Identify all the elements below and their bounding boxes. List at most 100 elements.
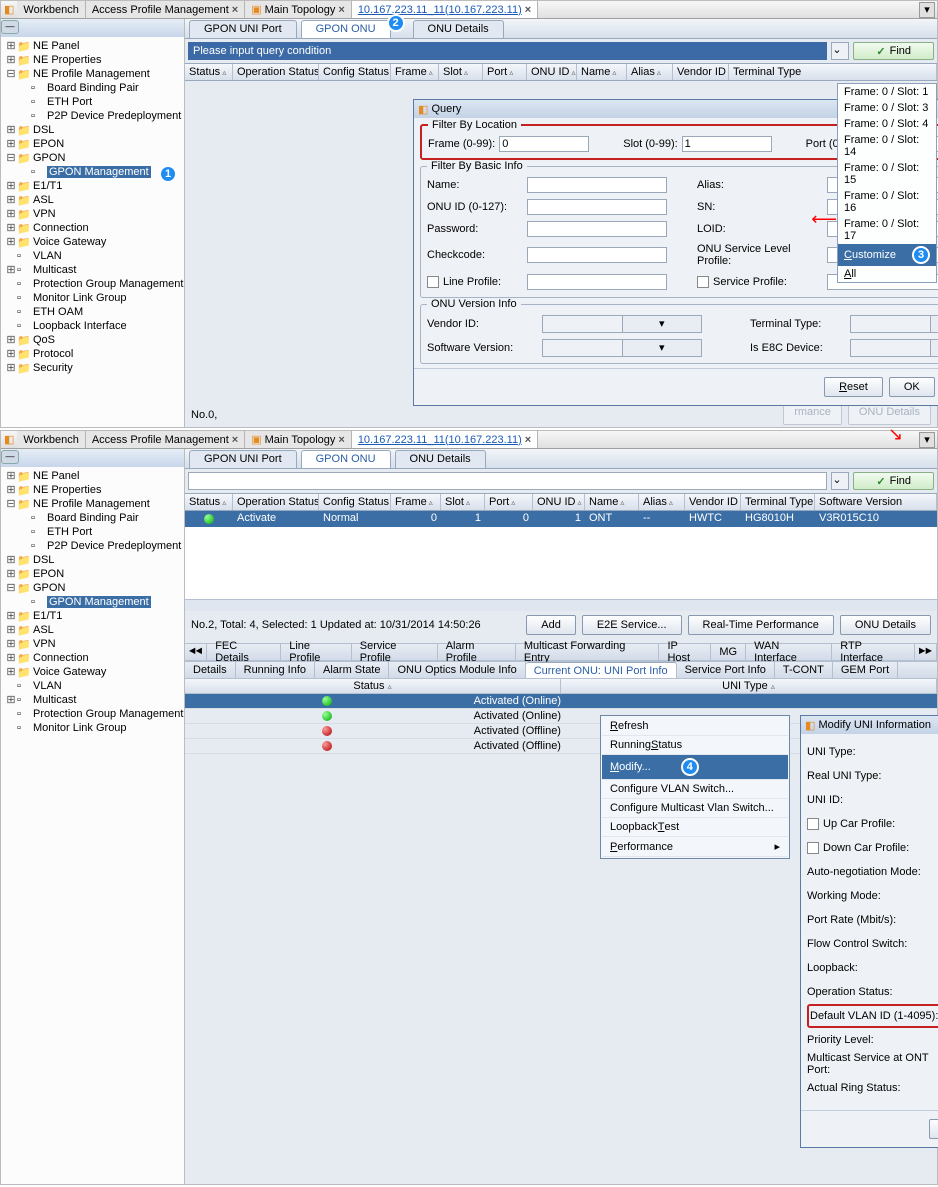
col-status[interactable]: Status▵ [185, 494, 233, 510]
col-onuid[interactable]: ONU ID▵ [533, 494, 585, 510]
slot-menu-item[interactable]: Frame: 0 / Slot: 15 [838, 160, 936, 188]
tree-item[interactable]: ⊞📁EPON [3, 567, 184, 581]
tree-item[interactable]: ⊟📁GPON [3, 581, 184, 595]
minimize-icon[interactable]: — [1, 450, 19, 464]
downcar-check[interactable]: Down Car Profile: [807, 842, 938, 854]
tab-mg[interactable]: MG [711, 644, 746, 660]
tree-item[interactable]: ⊞📁DSL [3, 553, 184, 567]
checkcode-input[interactable] [527, 247, 667, 263]
customize-item[interactable]: Customize3 [838, 244, 936, 266]
tree-item[interactable]: ▫ETH OAM [3, 305, 184, 319]
close-icon[interactable]: × [232, 4, 238, 16]
tree-item[interactable]: ⊞📁E1/T1 [3, 179, 184, 193]
reset-button[interactable]: RReseteset [824, 377, 883, 397]
all-item[interactable]: All [838, 266, 936, 282]
expand-icon[interactable]: ⊞ [5, 123, 17, 137]
col-frame[interactable]: Frame▵ [391, 494, 441, 510]
col-cfg-status[interactable]: Config Status▵ [319, 494, 391, 510]
expand-icon[interactable]: ⊞ [5, 333, 17, 347]
col-alias[interactable]: Alias▵ [627, 64, 673, 80]
expand-icon[interactable]: ⊟ [5, 497, 17, 511]
tab-workbench[interactable]: Workbench [17, 1, 85, 18]
col-vendor[interactable]: Vendor ID [685, 494, 741, 510]
tree-item[interactable]: ⊞📁ASL [3, 193, 184, 207]
expand-icon[interactable]: ⊞ [5, 235, 17, 249]
query-input[interactable] [188, 42, 827, 60]
tab-mfe[interactable]: Multicast Forwarding Entry [516, 644, 660, 660]
col-uni-type[interactable]: UNI Type ▵ [561, 679, 937, 693]
password-input[interactable] [527, 221, 667, 237]
tab-main-topology[interactable]: ▣Main Topology× [245, 431, 352, 448]
col-op-status[interactable]: Operation Status▵ [233, 494, 319, 510]
tree-item[interactable]: ▫P2P Device Predeployment [3, 109, 184, 123]
line-profile-input[interactable] [527, 274, 667, 290]
tree-item[interactable]: ⊞📁VPN [3, 207, 184, 221]
tree-item[interactable]: ▫Protection Group Management [3, 707, 184, 721]
col-onuid[interactable]: ONU ID▵ [527, 64, 577, 80]
col-name[interactable]: Name▵ [577, 64, 627, 80]
uni-row[interactable]: Activated (Online) [185, 694, 937, 709]
tab-run[interactable]: Running Info [236, 662, 315, 678]
tab-alarm-state[interactable]: Alarm State [315, 662, 389, 678]
tab-wan[interactable]: WAN Interface [746, 644, 832, 660]
expand-icon[interactable]: ⊞ [5, 193, 17, 207]
slot-menu-item[interactable]: Frame: 0 / Slot: 4 [838, 116, 936, 132]
expand-icon[interactable]: ⊟ [5, 67, 17, 81]
dialog-titlebar[interactable]: ◧ Modify UNI Information× [801, 716, 938, 734]
col-frame[interactable]: Frame▵ [391, 64, 439, 80]
chevron-down-icon[interactable]: ⌄ [831, 472, 849, 490]
tree-item[interactable]: ▫Board Binding Pair [3, 511, 184, 525]
col-name[interactable]: Name▵ [585, 494, 639, 510]
tab-workbench[interactable]: Workbench [17, 431, 85, 448]
tree-item[interactable]: ⊞▫Multicast [3, 693, 184, 707]
tree-item[interactable]: ⊞📁QoS [3, 333, 184, 347]
slot-menu-item[interactable]: Frame: 0 / Slot: 1 [838, 84, 936, 100]
close-icon[interactable]: × [338, 4, 344, 16]
tree-item[interactable]: ▫Protection Group Management [3, 277, 184, 291]
find-button[interactable]: ✓Find [853, 42, 934, 60]
col-term-type[interactable]: Terminal Type [741, 494, 815, 510]
tab-line[interactable]: Line Profile [281, 644, 352, 660]
close-icon[interactable]: × [232, 434, 238, 446]
expand-icon[interactable]: ⊞ [5, 665, 17, 679]
col-slot[interactable]: Slot▵ [441, 494, 485, 510]
tab-gem[interactable]: GEM Port [833, 662, 898, 678]
tab-overflow-icon[interactable]: ▾ [919, 2, 935, 18]
tree-item[interactable]: ⊟📁GPON [3, 151, 184, 165]
tree-item[interactable]: ⊞📁Connection [3, 221, 184, 235]
query-input[interactable] [188, 472, 827, 490]
chevron-down-icon[interactable]: ⌄ [831, 42, 849, 60]
tab-device[interactable]: 10.167.223.11_11(10.167.223.11)× [352, 1, 538, 18]
tree-item[interactable]: ⊞📁NE Properties [3, 483, 184, 497]
expand-icon[interactable]: ⊞ [5, 567, 17, 581]
tree-item[interactable]: ⊞📁Voice Gateway [3, 665, 184, 679]
tab-current-uni[interactable]: Current ONU: UNI Port Info [526, 662, 677, 678]
minimize-icon[interactable]: — [1, 20, 19, 34]
tree-item[interactable]: ⊞📁NE Panel [3, 469, 184, 483]
expand-icon[interactable]: ⊞ [5, 347, 17, 361]
tree-item[interactable]: ▫Monitor Link Group [3, 291, 184, 305]
expand-icon[interactable]: ⊞ [5, 263, 17, 277]
scroll-left-icon[interactable]: ◄◄ [185, 644, 207, 660]
expand-icon[interactable]: ⊞ [5, 361, 17, 375]
expand-icon[interactable]: ⊞ [5, 53, 17, 67]
tree-item[interactable]: ▫Loopback Interface [3, 319, 184, 333]
tab-gpon-onu[interactable]: GPON ONU [301, 450, 391, 468]
e2e-button[interactable]: E2E Service... [582, 615, 682, 635]
tab-svcport[interactable]: Service Port Info [677, 662, 775, 678]
tree-item[interactable]: ▫VLAN [3, 679, 184, 693]
expand-icon[interactable]: ⊟ [5, 581, 17, 595]
upcar-check[interactable]: Up Car Profile: [807, 818, 938, 830]
ctx-refresh[interactable]: Refresh [602, 717, 788, 736]
tree-item[interactable]: ⊞📁NE Panel [3, 39, 184, 53]
expand-icon[interactable]: ⊞ [5, 637, 17, 651]
expand-icon[interactable]: ⊞ [5, 609, 17, 623]
tree-item[interactable]: ▫ETH Port [3, 525, 184, 539]
col-status[interactable]: Status▵ [185, 64, 233, 80]
tab-access-profile[interactable]: Access Profile Management× [86, 431, 245, 448]
tab-onu-details[interactable]: ONU Details [413, 20, 504, 38]
tree-item[interactable]: ▫GPON Management [3, 595, 184, 609]
col-alias[interactable]: Alias▵ [639, 494, 685, 510]
tab-main-topology[interactable]: ▣Main Topology× [245, 1, 352, 18]
tab-alarm[interactable]: Alarm Profile [438, 644, 516, 660]
